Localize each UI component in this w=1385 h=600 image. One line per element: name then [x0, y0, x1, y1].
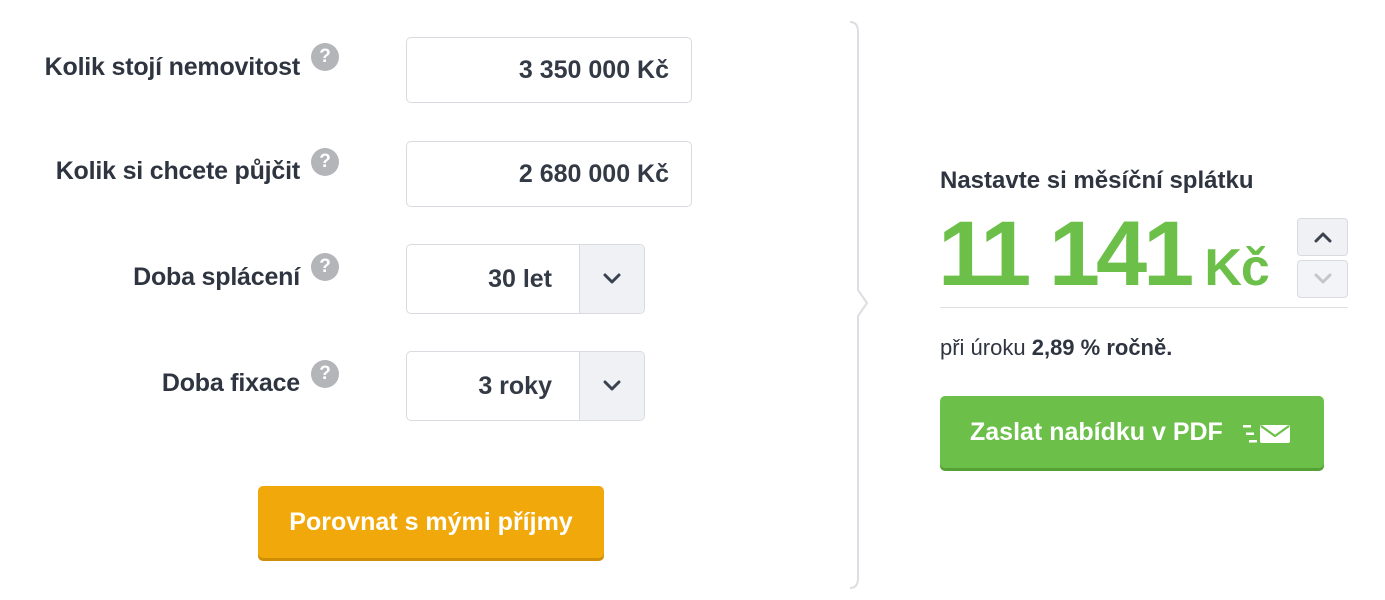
property-price-input[interactable]: 3 350 000 Kč [406, 37, 692, 103]
interest-rate-value: 2,89 % ročně. [1031, 335, 1173, 360]
monthly-payment-value: 11 141 [938, 203, 1194, 305]
monthly-payment-currency: Kč [1204, 239, 1269, 297]
repayment-term-select[interactable]: 30 let [406, 244, 645, 314]
send-pdf-offer-button[interactable]: Zaslat nabídku v PDF [940, 396, 1324, 468]
fixation-period-dropdown-button[interactable] [579, 352, 644, 420]
interest-rate-prefix: při úroku [940, 335, 1026, 360]
chevron-down-icon [603, 380, 621, 391]
fixation-period-select[interactable]: 3 roky [406, 351, 645, 421]
monthly-payment-amount: 11 141 Kč [938, 203, 1270, 305]
compare-with-income-button[interactable]: Porovnat s mými příjmy [258, 486, 604, 558]
repayment-term-label: Doba splácení [133, 263, 300, 291]
question-mark-icon[interactable]: ? [311, 148, 339, 176]
interest-rate-text: při úroku 2,89 % ročně. [940, 334, 1172, 362]
chevron-up-icon [1314, 232, 1331, 243]
fixation-period-label: Doba fixace [161, 369, 300, 397]
envelope-send-icon [1243, 425, 1290, 443]
panel-divider [849, 21, 868, 589]
increase-payment-button[interactable] [1297, 218, 1348, 256]
monthly-payment-title: Nastavte si měsíční splátku [940, 167, 1254, 194]
loan-amount-label: Kolik si chcete půjčit [55, 157, 300, 185]
loan-amount-input[interactable]: 2 680 000 Kč [406, 141, 692, 207]
fixation-period-value: 3 roky [478, 372, 552, 400]
chevron-down-icon [1314, 273, 1331, 284]
send-pdf-offer-label: Zaslat nabídku v PDF [970, 418, 1223, 446]
repayment-term-dropdown-button[interactable] [579, 245, 644, 313]
question-mark-icon[interactable]: ? [311, 360, 339, 388]
payment-stepper [1297, 218, 1348, 298]
chevron-down-icon [603, 273, 621, 284]
property-price-label: Kolik stojí nemovitost [44, 53, 301, 81]
amount-underline [940, 307, 1348, 308]
decrease-payment-button[interactable] [1297, 260, 1348, 298]
question-mark-icon[interactable]: ? [311, 253, 339, 281]
mortgage-calculator: Kolik stojí nemovitost ? 3 350 000 Kč Ko… [0, 0, 1385, 600]
question-mark-icon[interactable]: ? [311, 43, 339, 71]
repayment-term-value: 30 let [488, 265, 552, 293]
